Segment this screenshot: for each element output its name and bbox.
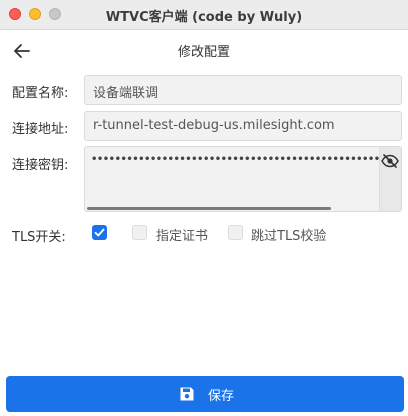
- page-title: 修改配置: [177, 45, 230, 60]
- app-window: WTVC客户端 (code by Wuly) 修改配置 配置名称: 设备端联调 …: [0, 0, 408, 416]
- title-bar: WTVC客户端 (code by Wuly): [0, 0, 408, 30]
- name-field[interactable]: 设备端联调: [84, 75, 402, 105]
- tls-checkbox[interactable]: [92, 225, 107, 240]
- key-label: 连接密钥:: [12, 158, 69, 173]
- key-masked-value: ••••••••••••••••••••••••••••••••••••••••…: [91, 154, 379, 165]
- window-title: WTVC客户端 (code by Wuly): [105, 10, 303, 25]
- tls-label: TLS开关:: [12, 230, 66, 245]
- skip-verify-checkbox[interactable]: [228, 225, 243, 240]
- save-icon: [179, 386, 195, 402]
- skip-verify-label: 跳过TLS校验: [251, 229, 327, 244]
- cert-checkbox[interactable]: [132, 225, 147, 240]
- name-label: 配置名称:: [12, 86, 69, 101]
- save-button-label: 保存: [208, 389, 235, 404]
- cert-label: 指定证书: [156, 229, 209, 244]
- eye-slash-icon[interactable]: [381, 153, 399, 168]
- key-field-horizontal-scrollbar[interactable]: [87, 207, 331, 210]
- address-field[interactable]: r-tunnel-test-debug-us.milesight.com: [84, 111, 402, 141]
- save-button[interactable]: 保存: [6, 376, 404, 412]
- address-label: 连接地址:: [12, 122, 69, 137]
- key-field[interactable]: ••••••••••••••••••••••••••••••••••••••••…: [84, 146, 402, 212]
